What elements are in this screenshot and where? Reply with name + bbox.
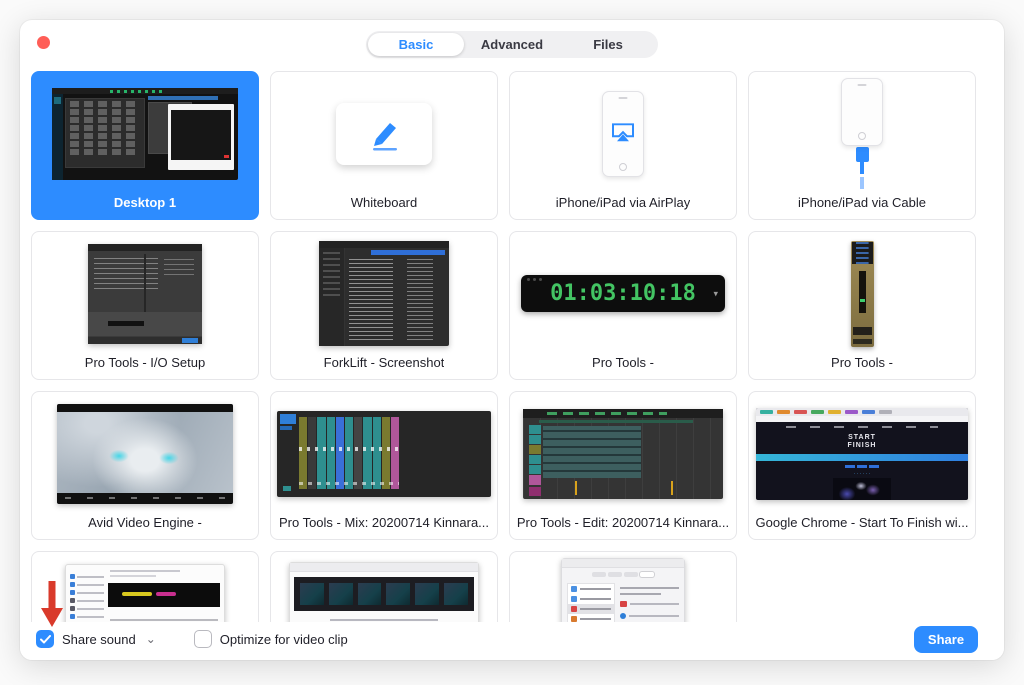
tab-bar: Basic Advanced Files — [366, 31, 658, 58]
close-button[interactable] — [37, 36, 50, 49]
phone-icon — [602, 91, 644, 177]
timecode-window-thumbnail: 01:03:10:18 ▾ — [521, 275, 725, 312]
tile-protools-timecode[interactable]: 01:03:10:18 ▾ Pro Tools - — [509, 231, 737, 380]
footer-bar: Share sound ⌄ Optimize for video clip Sh… — [20, 622, 1004, 660]
browser-thumbnail: START FINISH · · · · · · — [756, 408, 968, 500]
tile-whiteboard[interactable]: Whiteboard — [270, 71, 498, 220]
edit-window-thumbnail — [523, 409, 723, 499]
desktop-thumbnail — [52, 88, 238, 180]
optimize-video-label: Optimize for video clip — [220, 632, 348, 647]
timecode-readout: 01:03:10:18 — [550, 281, 696, 306]
share-button[interactable]: Share — [914, 626, 978, 653]
hero-text-line2: FINISH — [756, 442, 968, 450]
tile-label: Pro Tools - — [831, 355, 893, 370]
tile-label: Whiteboard — [351, 195, 417, 210]
check-icon — [40, 635, 51, 644]
tile-iphone-cable[interactable]: iPhone/iPad via Cable — [748, 71, 976, 220]
tile-avid-video-engine[interactable]: Avid Video Engine - — [31, 391, 259, 540]
mix-window-thumbnail — [277, 411, 491, 497]
tile-protools-edit[interactable]: Pro Tools - Edit: 20200714 Kinnara... — [509, 391, 737, 540]
video-thumbnail — [57, 404, 233, 504]
pencil-icon — [364, 117, 404, 151]
tile-iphone-airplay[interactable]: iPhone/iPad via AirPlay — [509, 71, 737, 220]
tile-label: ForkLift - Screenshot — [324, 355, 445, 370]
cable-icon — [841, 78, 883, 189]
tile-label: Pro Tools - I/O Setup — [85, 355, 205, 370]
tab-files[interactable]: Files — [560, 33, 656, 56]
tile-desktop-1[interactable]: Desktop 1 — [31, 71, 259, 220]
tile-label: Pro Tools - — [592, 355, 654, 370]
io-setup-thumbnail — [88, 244, 202, 344]
tab-advanced[interactable]: Advanced — [464, 33, 560, 56]
tile-forklift[interactable]: ForkLift - Screenshot — [270, 231, 498, 380]
chevron-down-icon[interactable]: ⌄ — [146, 636, 156, 642]
tile-label: Google Chrome - Start To Finish wi... — [756, 515, 969, 530]
whiteboard-thumbnail — [336, 103, 432, 165]
airplay-icon — [611, 123, 635, 143]
arrow-down-annotation — [40, 581, 64, 629]
share-source-grid: Desktop 1 Whiteboard — [31, 71, 976, 660]
chevron-down-icon: ▾ — [713, 288, 718, 299]
tile-label: iPhone/iPad via AirPlay — [556, 195, 690, 210]
hero-text-line1: START — [756, 434, 968, 442]
tile-google-chrome[interactable]: START FINISH · · · · · · Google Chrome -… — [748, 391, 976, 540]
forklift-thumbnail — [319, 241, 449, 346]
tile-protools-io-setup[interactable]: Pro Tools - I/O Setup — [31, 231, 259, 380]
share-sound-checkbox[interactable] — [36, 630, 54, 648]
channel-strip-thumbnail — [851, 241, 874, 347]
tile-protools-mix[interactable]: Pro Tools - Mix: 20200714 Kinnara... — [270, 391, 498, 540]
tile-label: Desktop 1 — [114, 195, 176, 210]
share-sound-label: Share sound — [62, 632, 136, 647]
tab-basic[interactable]: Basic — [368, 33, 464, 56]
optimize-video-checkbox[interactable] — [194, 630, 212, 648]
tile-label: Pro Tools - Edit: 20200714 Kinnara... — [517, 515, 729, 530]
tile-label: Pro Tools - Mix: 20200714 Kinnara... — [279, 515, 489, 530]
share-picker-window: Basic Advanced Files Desktop 1 — [20, 20, 1004, 660]
tile-label: Avid Video Engine - — [88, 515, 202, 530]
tile-protools-strip[interactable]: Pro Tools - — [748, 231, 976, 380]
tile-label: iPhone/iPad via Cable — [798, 195, 926, 210]
